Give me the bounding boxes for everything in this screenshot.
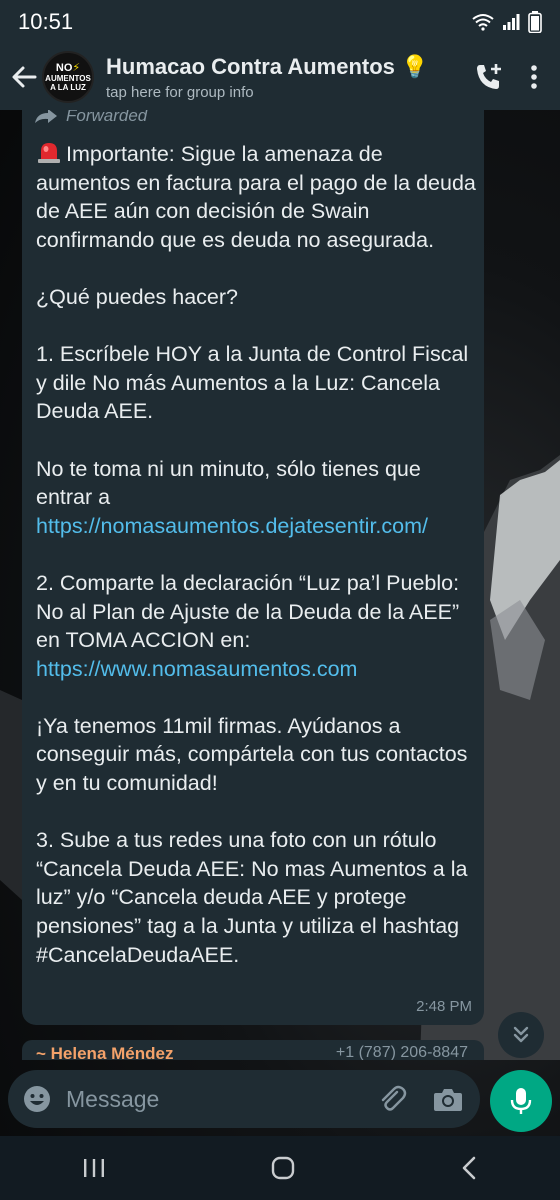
link-nomasaumentos[interactable]: https://www.nomasaumentos.com [36,657,357,681]
paperclip-icon [381,1085,407,1111]
back-nav-icon[interactable] [459,1156,479,1180]
group-info[interactable]: Humacao Contra Aumentos 💡 tap here for g… [106,54,428,101]
status-time: 10:51 [18,9,74,34]
message-paragraph-2: ¿Qué puedes hacer? [36,284,238,309]
header-actions [474,62,538,92]
bolt-icon: ⚡ [72,61,81,74]
next-message-sender: ~ Helena Méndez [36,1044,174,1060]
link-dejatesentir[interactable]: https://nomasaumentos.dejatesentir.com/ [36,514,428,538]
avatar-line-3: A LA LUZ [50,82,86,92]
attach-button[interactable] [376,1083,408,1115]
message-paragraph-3: 1. Escríbele HOY a la Junta de Control F… [36,342,475,424]
group-avatar[interactable]: NO⚡ AUMENTOS A LA LUZ [42,51,94,103]
message-paragraph-5: 2. Comparte la declaración “Luz pa’l Pue… [36,570,466,653]
next-message-bubble[interactable]: ~ Helena Méndez +1 (787) 206-8847 [22,1040,484,1060]
message-paragraph-7: 3. Sube a tus redes una foto con un rótu… [36,828,474,967]
status-icons [472,11,542,33]
scroll-to-bottom-button[interactable] [498,1012,544,1058]
message-input[interactable] [66,1085,356,1113]
message-paragraph-4: No te toma ni un minuto, sólo tienes que… [36,456,427,510]
voice-message-button[interactable] [490,1070,552,1132]
status-bar: 10:51 [0,0,560,44]
siren-icon [38,143,60,163]
recent-apps-icon[interactable] [81,1157,107,1179]
group-title: Humacao Contra Aumentos 💡 [106,53,429,79]
back-arrow-icon [12,66,37,88]
wifi-icon [472,14,494,31]
group-subtitle: tap here for group info [106,83,254,101]
add-call-icon[interactable] [474,62,504,92]
microphone-icon [510,1088,532,1114]
back-button[interactable] [6,57,42,97]
signal-icon [503,14,520,30]
double-chevron-down-icon [513,1026,529,1043]
message-composer [8,1070,480,1128]
message-bubble[interactable]: Forwarded Importante: Sigue la amenaza d… [22,100,484,1025]
message-paragraph-6: ¡Ya tenemos 11mil firmas. Ayúdanos a con… [36,713,474,796]
home-icon[interactable] [270,1155,296,1181]
forwarded-icon [35,109,57,123]
camera-button[interactable] [432,1083,464,1115]
chat-header: NO⚡ AUMENTOS A LA LUZ Humacao Contra Aum… [0,44,560,110]
system-nav-bar [0,1136,560,1200]
battery-icon [528,11,542,33]
avatar-no-text: NO [55,61,73,74]
more-options-icon[interactable] [530,64,538,90]
avatar-line-2: AUMENTOS [45,73,91,83]
composer-bar [0,1062,560,1136]
message-text: Importante: Sigue la amenaza de aumentos… [36,140,476,969]
message-timestamp: 2:48 PM [416,998,472,1015]
emoji-icon[interactable] [22,1084,52,1114]
camera-icon [434,1089,462,1111]
message-paragraph-1: Importante: Sigue la amenaza de aumentos… [36,142,482,252]
next-message-phone: +1 (787) 206-8847 [335,1044,468,1060]
